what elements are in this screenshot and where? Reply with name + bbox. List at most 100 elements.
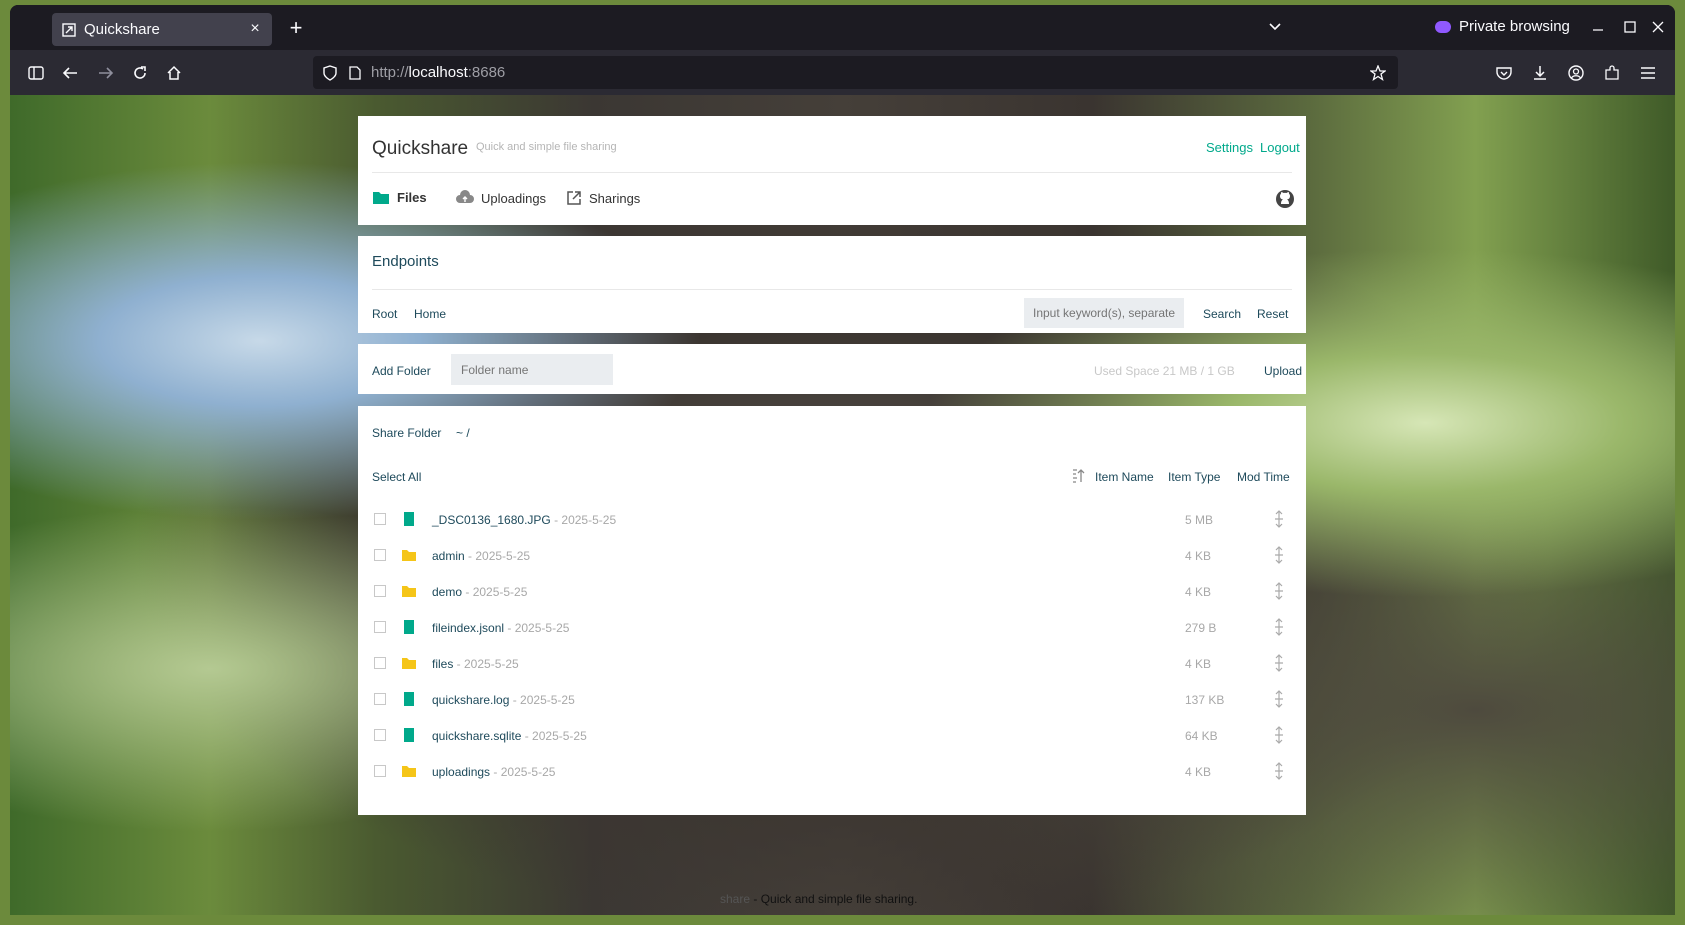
item-name-label[interactable]: fileindex.jsonl <box>432 621 504 635</box>
sort-by-type[interactable]: Item Type <box>1168 470 1220 484</box>
endpoint-root[interactable]: Root <box>372 307 397 321</box>
item-size: 137 KB <box>1185 693 1225 707</box>
list-all-tabs-icon[interactable] <box>1267 21 1283 33</box>
sort-by-time[interactable]: Mod Time <box>1237 470 1290 484</box>
table-row[interactable]: files - 2025-5-25 4 KB <box>358 646 1306 682</box>
extensions-icon[interactable] <box>1600 61 1624 85</box>
back-icon[interactable] <box>58 61 82 85</box>
action-toolbar: Add Folder Used Space 21 MB / 1 GB Uploa… <box>358 344 1306 394</box>
tab-uploadings[interactable]: Uploadings <box>456 190 546 206</box>
breadcrumb[interactable]: ~ / <box>456 426 470 440</box>
item-name-label[interactable]: quickshare.sqlite <box>432 729 521 743</box>
close-window-icon[interactable] <box>1652 21 1664 33</box>
pocket-icon[interactable] <box>1492 61 1516 85</box>
forward-icon[interactable] <box>94 61 118 85</box>
sort-by-name[interactable]: Item Name <box>1095 470 1154 484</box>
search-button[interactable]: Search <box>1203 307 1241 321</box>
move-handle-icon[interactable] <box>1272 726 1286 744</box>
maximize-icon[interactable] <box>1624 21 1636 33</box>
footer-tagline: - Quick and simple file sharing. <box>750 892 918 906</box>
folder-icon <box>402 586 416 597</box>
row-checkbox[interactable] <box>374 765 386 777</box>
minimize-icon[interactable] <box>1592 24 1604 36</box>
table-row[interactable]: fileindex.jsonl - 2025-5-25 279 B <box>358 610 1306 646</box>
table-row[interactable]: quickshare.sqlite - 2025-5-25 64 KB <box>358 718 1306 754</box>
tab-title: Quickshare <box>84 21 160 38</box>
endpoints-divider <box>372 289 1292 290</box>
item-name[interactable]: fileindex.jsonl - 2025-5-25 <box>432 621 569 635</box>
folder-icon <box>402 658 416 669</box>
tab-sharings[interactable]: Sharings <box>566 190 640 206</box>
item-name-label[interactable]: uploadings <box>432 765 490 779</box>
endpoints-panel: Endpoints Root Home Search Reset <box>358 236 1306 333</box>
add-folder-button[interactable]: Add Folder <box>372 364 431 378</box>
app-subtitle: Quick and simple file sharing <box>476 141 617 153</box>
bookmark-star-icon[interactable] <box>1370 65 1386 81</box>
header-divider <box>372 172 1292 173</box>
item-size: 5 MB <box>1185 513 1214 527</box>
tab-files[interactable]: Files <box>372 190 427 205</box>
move-handle-icon[interactable] <box>1272 582 1286 600</box>
item-name[interactable]: quickshare.sqlite - 2025-5-25 <box>432 729 587 743</box>
reload-icon[interactable] <box>128 61 152 85</box>
cloud-upload-icon <box>456 190 474 203</box>
table-row[interactable]: admin - 2025-5-25 4 KB <box>358 538 1306 574</box>
move-handle-icon[interactable] <box>1272 762 1286 780</box>
item-name[interactable]: admin - 2025-5-25 <box>432 549 530 563</box>
share-folder-button[interactable]: Share Folder <box>372 426 441 440</box>
endpoint-home[interactable]: Home <box>414 307 446 321</box>
item-size: 4 KB <box>1185 657 1212 671</box>
new-tab-button[interactable]: + <box>286 17 306 39</box>
file-icon <box>404 728 414 742</box>
account-icon[interactable] <box>1564 61 1588 85</box>
browser-tab[interactable]: Quickshare × <box>52 13 272 46</box>
table-row[interactable]: demo - 2025-5-25 4 KB <box>358 574 1306 610</box>
move-handle-icon[interactable] <box>1272 690 1286 708</box>
row-checkbox[interactable] <box>374 621 386 633</box>
sidebar-icon[interactable] <box>24 61 48 85</box>
shield-icon[interactable] <box>323 64 337 81</box>
move-handle-icon[interactable] <box>1272 618 1286 636</box>
row-checkbox[interactable] <box>374 513 386 525</box>
app-header: Quickshare Quick and simple file sharing… <box>358 116 1306 225</box>
table-row[interactable]: uploadings - 2025-5-25 4 KB <box>358 754 1306 790</box>
move-handle-icon[interactable] <box>1272 546 1286 564</box>
sort-icon[interactable] <box>1071 468 1085 484</box>
item-name-label[interactable]: admin <box>432 549 465 563</box>
search-input[interactable] <box>1024 298 1184 328</box>
settings-link[interactable]: Settings <box>1206 140 1253 155</box>
item-name[interactable]: uploadings - 2025-5-25 <box>432 765 555 779</box>
row-checkbox[interactable] <box>374 657 386 669</box>
move-handle-icon[interactable] <box>1272 654 1286 672</box>
reset-button[interactable]: Reset <box>1257 307 1288 321</box>
row-checkbox[interactable] <box>374 693 386 705</box>
home-icon[interactable] <box>162 61 186 85</box>
item-name[interactable]: quickshare.log - 2025-5-25 <box>432 693 575 707</box>
tab-bar: Quickshare × + Private browsing <box>10 5 1675 50</box>
item-name[interactable]: _DSC0136_1680.JPG - 2025-5-25 <box>432 513 616 527</box>
item-name[interactable]: demo - 2025-5-25 <box>432 585 527 599</box>
table-row[interactable]: _DSC0136_1680.JPG - 2025-5-25 5 MB <box>358 502 1306 538</box>
row-checkbox[interactable] <box>374 585 386 597</box>
move-handle-icon[interactable] <box>1272 510 1286 528</box>
github-icon[interactable] <box>1275 189 1295 209</box>
row-checkbox[interactable] <box>374 729 386 741</box>
select-all-button[interactable]: Select All <box>372 470 421 484</box>
table-row[interactable]: quickshare.log - 2025-5-25 137 KB <box>358 682 1306 718</box>
item-name-label[interactable]: demo <box>432 585 462 599</box>
folder-name-input[interactable] <box>451 354 613 385</box>
url-bar[interactable]: http:// localhost :8686 <box>313 56 1398 89</box>
item-name-label[interactable]: quickshare.log <box>432 693 509 707</box>
item-name[interactable]: files - 2025-5-25 <box>432 657 519 671</box>
page-info-icon[interactable] <box>349 65 361 80</box>
app-title: Quickshare <box>372 138 469 159</box>
upload-button[interactable]: Upload <box>1264 364 1302 378</box>
used-space-label: Used Space 21 MB / 1 GB <box>1094 364 1235 378</box>
row-checkbox[interactable] <box>374 549 386 561</box>
item-name-label[interactable]: files <box>432 657 453 671</box>
menu-icon[interactable] <box>1636 61 1660 85</box>
logout-link[interactable]: Logout <box>1260 140 1300 155</box>
close-tab-icon[interactable]: × <box>246 20 264 38</box>
downloads-icon[interactable] <box>1528 61 1552 85</box>
item-name-label[interactable]: _DSC0136_1680.JPG <box>432 513 551 527</box>
